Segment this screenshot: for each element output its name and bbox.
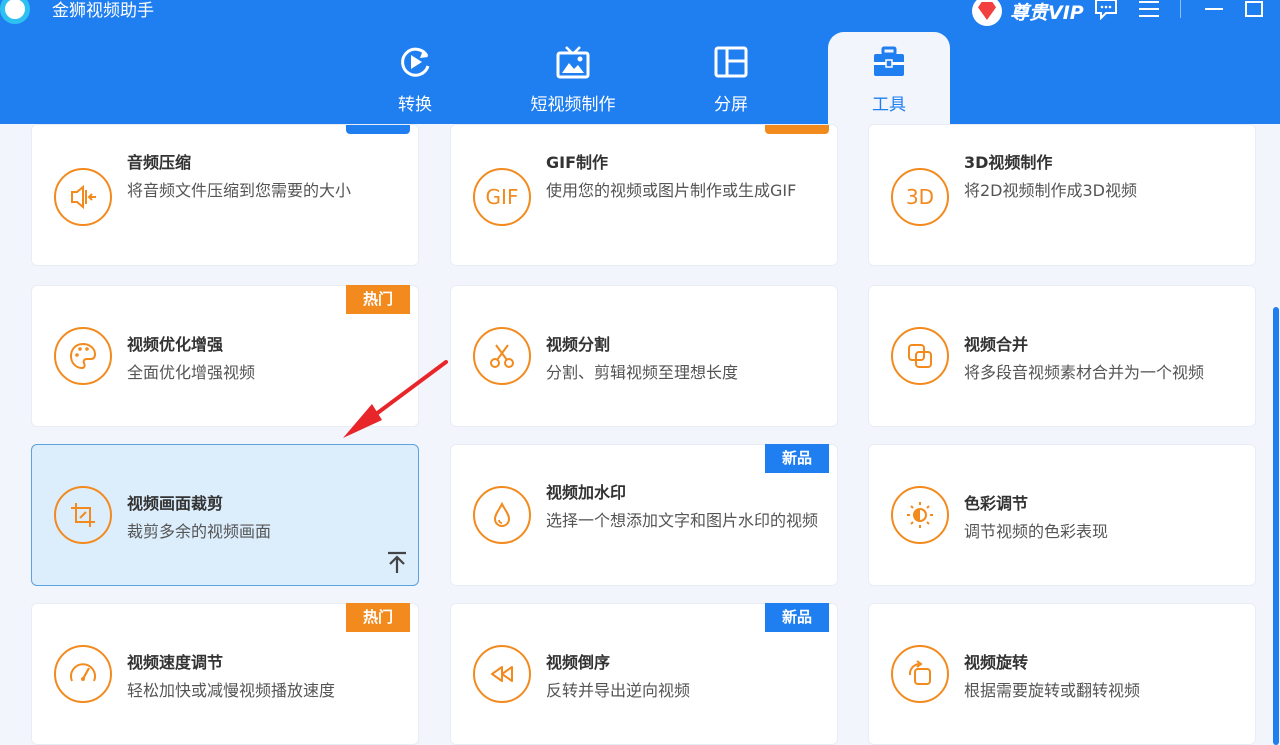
toolbox-icon: [874, 46, 904, 76]
card-desc: 调节视频的色彩表现: [964, 522, 1109, 541]
card-title: 视频合并: [964, 335, 1029, 354]
card-title: 视频优化增强: [127, 335, 224, 354]
feedback-icon[interactable]: [1094, 0, 1118, 20]
split-screen-icon: [714, 46, 748, 78]
crop-icon: [54, 486, 112, 544]
card-title: 音频压缩: [127, 153, 192, 172]
card-desc: 裁剪多余的视频画面: [127, 522, 272, 541]
sun-color-icon: [891, 486, 949, 544]
card-desc: 反转并导出逆向视频: [546, 681, 691, 700]
tab-tools-label: 工具: [872, 95, 906, 115]
3d-icon: 3D: [891, 168, 949, 226]
tab-short-video[interactable]: 短视频制作: [510, 40, 636, 124]
card-title: 视频倒序: [546, 653, 611, 672]
card-video-rotate[interactable]: 视频旋转 根据需要旋转或翻转视频: [868, 603, 1256, 745]
card-video-speed[interactable]: 热门 视频速度调节 轻松加快或减慢视频播放速度: [31, 603, 419, 745]
tab-split-screen-label: 分屏: [714, 95, 748, 115]
tools-grid: 音频压缩 将音频文件压缩到您需要的大小 GIF GIF制作 使用您的视频或图片制…: [0, 124, 1280, 745]
card-video-enhance[interactable]: 热门 视频优化增强 全面优化增强视频: [31, 285, 419, 427]
gif-icon-text: GIF: [485, 185, 519, 209]
speedometer-icon: [54, 645, 112, 703]
palette-icon: [54, 327, 112, 385]
tab-short-video-label: 短视频制作: [530, 95, 616, 115]
card-video-reverse[interactable]: 新品 视频倒序 反转并导出逆向视频: [450, 603, 838, 745]
card-desc: 全面优化增强视频: [127, 363, 256, 382]
card-audio-compress[interactable]: 音频压缩 将音频文件压缩到您需要的大小: [31, 124, 419, 266]
card-desc: 将2D视频制作成3D视频: [964, 181, 1138, 200]
card-title: GIF制作: [546, 153, 609, 172]
card-title: 视频画面裁剪: [127, 494, 224, 513]
card-3d-video[interactable]: 3D 3D视频制作 将2D视频制作成3D视频: [868, 124, 1256, 266]
card-title: 视频加水印: [546, 483, 627, 502]
card-gif-maker[interactable]: GIF GIF制作 使用您的视频或图片制作或生成GIF: [450, 124, 838, 266]
convert-play-icon: [401, 47, 430, 77]
new-badge: 新品: [765, 444, 829, 473]
pin-to-top-icon[interactable]: [386, 551, 408, 575]
card-desc: 使用您的视频或图片制作或生成GIF: [546, 181, 797, 200]
card-desc: 将音频文件压缩到您需要的大小: [127, 181, 352, 200]
speaker-compress-icon: [54, 168, 112, 226]
new-badge-partial: [346, 125, 410, 134]
hot-badge: 热门: [346, 603, 410, 632]
card-title: 视频分割: [546, 335, 611, 354]
tab-tools[interactable]: 工具: [828, 32, 950, 124]
hot-badge-partial: [765, 125, 829, 134]
card-title: 视频速度调节: [127, 653, 224, 672]
card-color-adjust[interactable]: 色彩调节 调节视频的色彩表现: [868, 444, 1256, 586]
tab-split-screen[interactable]: 分屏: [668, 40, 794, 124]
vip-button[interactable]: 尊贵VIP: [972, 0, 1084, 26]
card-video-merge[interactable]: 视频合并 将多段音视频素材合并为一个视频: [868, 285, 1256, 427]
watermark-drop-icon: [473, 486, 531, 544]
gif-icon: GIF: [473, 168, 531, 226]
vip-diamond-icon: [972, 0, 1002, 26]
hot-badge: 热门: [346, 285, 410, 314]
app-title: 金狮视频助手: [52, 1, 154, 21]
merge-icon: [891, 327, 949, 385]
rewind-icon: [473, 645, 531, 703]
card-video-watermark[interactable]: 新品 视频加水印 选择一个想添加文字和图片水印的视频: [450, 444, 838, 586]
window-divider: [1180, 0, 1181, 18]
minimize-icon[interactable]: [1204, 0, 1224, 18]
card-desc: 分割、剪辑视频至理想长度: [546, 363, 739, 382]
3d-icon-text: 3D: [905, 185, 935, 209]
card-video-crop[interactable]: 视频画面裁剪 裁剪多余的视频画面: [31, 444, 419, 586]
scrollbar[interactable]: [1273, 307, 1279, 745]
scissors-icon: [473, 327, 531, 385]
menu-icon[interactable]: [1138, 0, 1160, 18]
maximize-icon[interactable]: [1244, 0, 1264, 18]
card-title: 色彩调节: [964, 494, 1029, 513]
card-desc: 轻松加快或减慢视频播放速度: [127, 681, 336, 700]
tab-convert[interactable]: 转换: [352, 40, 478, 124]
rotate-icon: [891, 645, 949, 703]
app-logo-icon: [0, 0, 30, 24]
card-video-split[interactable]: 视频分割 分割、剪辑视频至理想长度: [450, 285, 838, 427]
card-title: 3D视频制作: [964, 153, 1053, 172]
card-desc: 选择一个想添加文字和图片水印的视频: [546, 511, 819, 530]
app-header: 金狮视频助手 尊贵VIP 转换 短视频制作 分屏 工具: [0, 0, 1280, 124]
new-badge: 新品: [765, 603, 829, 632]
card-title: 视频旋转: [964, 653, 1029, 672]
card-desc: 根据需要旋转或翻转视频: [964, 681, 1141, 700]
card-desc: 将多段音视频素材合并为一个视频: [964, 363, 1205, 382]
vip-label: 尊贵VIP: [1010, 1, 1084, 24]
tab-convert-label: 转换: [398, 95, 432, 115]
tv-icon: [556, 46, 590, 79]
